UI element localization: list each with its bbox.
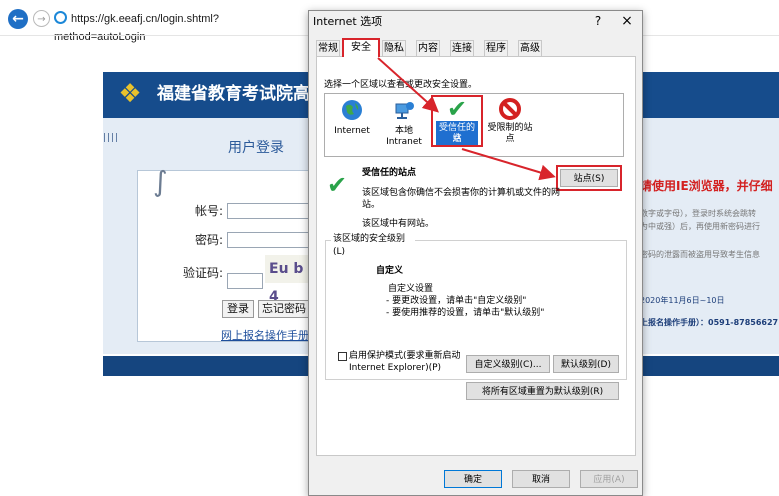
notice-phone: 上报名操作手册）：0591-87856627 [640, 318, 779, 327]
password-input[interactable] [227, 232, 311, 248]
tab-connections[interactable]: 连接 [450, 40, 474, 56]
zone-description: 该区域包含你确信不会损害你的计算机或文件的网 [362, 188, 561, 198]
zone-prompt: 选择一个区域以查看或更改安全设置。 [324, 80, 478, 90]
account-label: 帐号: [194, 204, 223, 218]
tab-advanced[interactable]: 高级 [518, 40, 542, 56]
protected-mode-checkbox[interactable] [338, 352, 347, 361]
tab-security[interactable]: 安全 [342, 38, 380, 57]
local-intranet-icon[interactable] [391, 98, 417, 122]
level-line: 自定义设置 [388, 284, 434, 294]
zone-trusted-red-box [431, 95, 483, 147]
selected-zone-title: 受信任的站点 [362, 168, 417, 178]
decoration-bars-icon: |||| [103, 133, 120, 143]
zone-intranet-label-2[interactable]: Intranet [384, 137, 424, 148]
apply-button[interactable]: 应用(A) [580, 470, 638, 488]
trusted-check-icon: ✔ [327, 171, 348, 199]
tab-privacy[interactable]: 隐私 [382, 40, 406, 56]
notice-line: 密码的泄露而被盗用导致考生信息 [640, 250, 760, 259]
back-arrow-icon[interactable]: ← [8, 9, 28, 29]
zone-intranet-label[interactable]: 本地 [384, 126, 424, 137]
logo-icon: ❖ [118, 79, 142, 109]
password-label: 密码: [194, 233, 223, 247]
login-button[interactable]: 登录 [222, 300, 254, 318]
notice-line: 数字或字母），登录时系统会跳转 [640, 209, 756, 218]
forward-arrow-icon[interactable]: → [33, 10, 50, 27]
forgot-password-button[interactable]: 忘记密码 [258, 300, 310, 318]
zone-restricted-label[interactable]: 受限制的站 [486, 123, 534, 134]
close-icon[interactable]: × [619, 13, 635, 29]
site-title: 福建省教育考试院高考 [157, 84, 317, 104]
dialog-title: Internet 选项 [313, 15, 383, 28]
ie-page-icon [54, 11, 67, 24]
tab-general[interactable]: 常规 [316, 40, 340, 56]
cancel-button[interactable]: 取消 [512, 470, 570, 488]
captcha-image[interactable]: Eu b 4 [265, 255, 309, 305]
notice-date: 2020年11月6日~10日 [640, 296, 725, 305]
level-line: - 要更改设置，请单击"自定义级别" [386, 296, 527, 306]
level-title: 自定义 [376, 266, 404, 276]
login-title: 用户登录 [228, 140, 284, 156]
default-level-button[interactable]: 默认级别(D) [553, 355, 619, 373]
notice-use-ie: 请使用IE浏览器，并仔细 [640, 179, 773, 193]
protected-mode-label[interactable]: 启用保护模式(要求重新启动 [349, 350, 469, 362]
paperclip-icon: ∫ [153, 165, 168, 198]
captcha-label: 验证码: [182, 266, 223, 280]
address-bar[interactable]: https://gk.eeafj.cn/login.shtml?method=a… [54, 10, 307, 43]
zone-description-2: 站。 [362, 200, 381, 210]
level-line: - 要使用推荐的设置，请单击"默认级别" [386, 308, 545, 318]
help-icon[interactable]: ? [590, 13, 606, 29]
sites-button-red-box [556, 165, 622, 191]
globe-icon[interactable] [339, 98, 365, 122]
tab-content[interactable]: 内容 [416, 40, 440, 56]
notice-line: 为中或强）后，再使用新密码进行 [640, 222, 760, 231]
zone-internet-label[interactable]: Internet [330, 126, 374, 137]
zone-has-sites: 该区域中有网站。 [362, 219, 435, 229]
zone-restricted-label-2[interactable]: 点 [486, 134, 534, 145]
protected-mode-label-2[interactable]: Internet Explorer)(P) [349, 362, 469, 374]
captcha-input[interactable] [227, 273, 263, 289]
register-guide-link[interactable]: 网上报名操作手册 [221, 329, 311, 343]
security-level-legend: 该区域的安全级别(L) [331, 233, 415, 257]
custom-level-button[interactable]: 自定义级别(C)... [466, 355, 550, 373]
account-input[interactable] [227, 203, 311, 219]
ok-button[interactable]: 确定 [444, 470, 502, 488]
reset-all-zones-button[interactable]: 将所有区域重置为默认级别(R) [466, 382, 619, 400]
tab-programs[interactable]: 程序 [484, 40, 508, 56]
globe-icon-graphic [342, 100, 362, 120]
intranet-icon-graphic [395, 102, 414, 119]
